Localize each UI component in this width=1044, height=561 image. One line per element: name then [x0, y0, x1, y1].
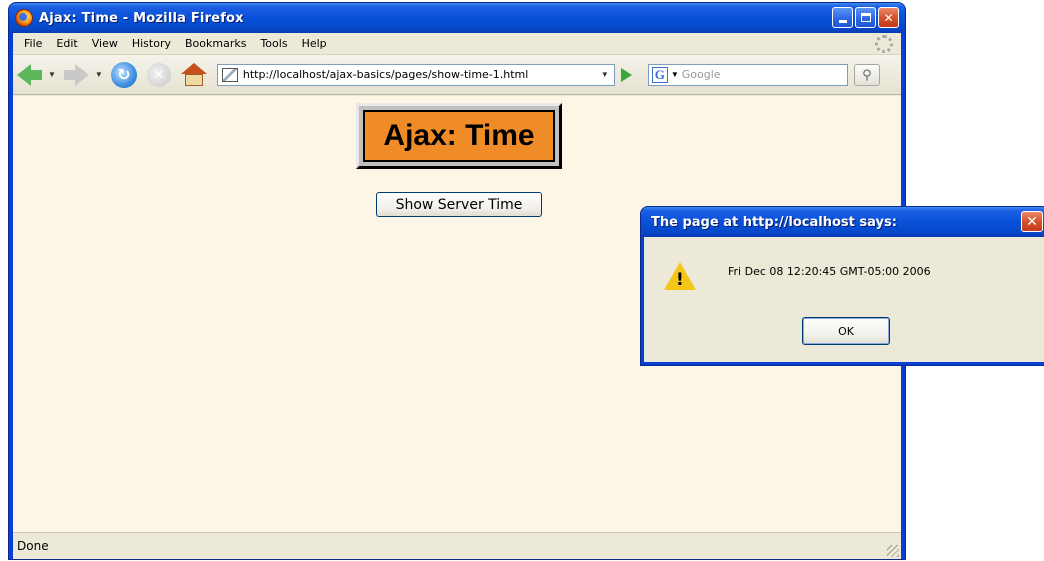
search-box[interactable]: G ▼ Google [647, 63, 848, 86]
menu-bar: File Edit View History Bookmarks Tools H… [13, 33, 901, 55]
alert-body: ! Fri Dec 08 12:20:45 GMT-05:00 2006 OK [644, 237, 1044, 362]
close-button[interactable]: ✕ [878, 7, 899, 28]
menu-tools[interactable]: Tools [253, 37, 294, 50]
reload-icon[interactable]: ↻ [110, 61, 137, 88]
maximize-button[interactable] [855, 7, 876, 28]
throbber-icon [875, 35, 893, 53]
forward-button[interactable]: ▼ [63, 63, 103, 86]
menu-edit[interactable]: Edit [49, 37, 84, 50]
back-dropdown-icon[interactable]: ▼ [48, 70, 56, 79]
back-button[interactable]: ▼ [17, 63, 56, 86]
alert-title-bar[interactable]: The page at http://localhost says: ✕ [641, 207, 1044, 237]
page-heading-frame: Ajax: Time [356, 103, 562, 169]
maximize-icon [860, 13, 871, 22]
page-heading: Ajax: Time [363, 110, 555, 162]
forward-dropdown-icon[interactable]: ▼ [95, 70, 103, 79]
navigation-toolbar: ▼ ▼ ↻ ✕ http://localhost/ajax-basics/pag… [13, 55, 901, 95]
engine-dropdown-icon[interactable]: ▼ [671, 70, 679, 79]
status-bar: Done [13, 532, 901, 559]
search-icon[interactable]: ⚲ [853, 63, 880, 86]
window-title: Ajax: Time - Mozilla Firefox [39, 10, 244, 26]
alert-close-button[interactable]: ✕ [1021, 211, 1043, 232]
back-arrow-icon [17, 63, 31, 86]
firefox-logo-icon [15, 9, 33, 27]
alert-title: The page at http://localhost says: [651, 214, 897, 230]
forward-arrow-icon [74, 63, 89, 86]
resize-grip-icon[interactable] [887, 545, 899, 557]
menu-bookmarks[interactable]: Bookmarks [178, 37, 253, 50]
menu-help[interactable]: Help [295, 37, 334, 50]
search-input[interactable]: Google [682, 68, 847, 81]
stop-icon[interactable]: ✕ [146, 62, 171, 87]
title-bar[interactable]: Ajax: Time - Mozilla Firefox ✕ [9, 3, 905, 33]
google-engine-icon[interactable]: G [651, 66, 668, 83]
menu-file[interactable]: File [17, 37, 49, 50]
minimize-icon [838, 20, 847, 23]
page-favicon-icon [221, 67, 238, 82]
minimize-button[interactable] [832, 7, 853, 28]
alert-message: Fri Dec 08 12:20:45 GMT-05:00 2006 [728, 265, 931, 278]
menu-view[interactable]: View [85, 37, 125, 50]
url-dropdown-icon[interactable]: ▼ [596, 70, 614, 79]
go-icon[interactable] [620, 67, 632, 82]
close-icon: ✕ [883, 10, 894, 25]
close-icon: ✕ [1026, 213, 1038, 229]
url-text[interactable]: http://localhost/ajax-basics/pages/show-… [243, 68, 596, 81]
url-bar[interactable]: http://localhost/ajax-basics/pages/show-… [216, 63, 615, 86]
alert-dialog: The page at http://localhost says: ✕ ! F… [640, 206, 1044, 366]
home-icon[interactable] [180, 62, 207, 87]
status-text: Done [17, 539, 49, 553]
ok-button[interactable]: OK [802, 317, 890, 345]
show-server-time-button[interactable]: Show Server Time [376, 192, 542, 217]
menu-history[interactable]: History [125, 37, 178, 50]
